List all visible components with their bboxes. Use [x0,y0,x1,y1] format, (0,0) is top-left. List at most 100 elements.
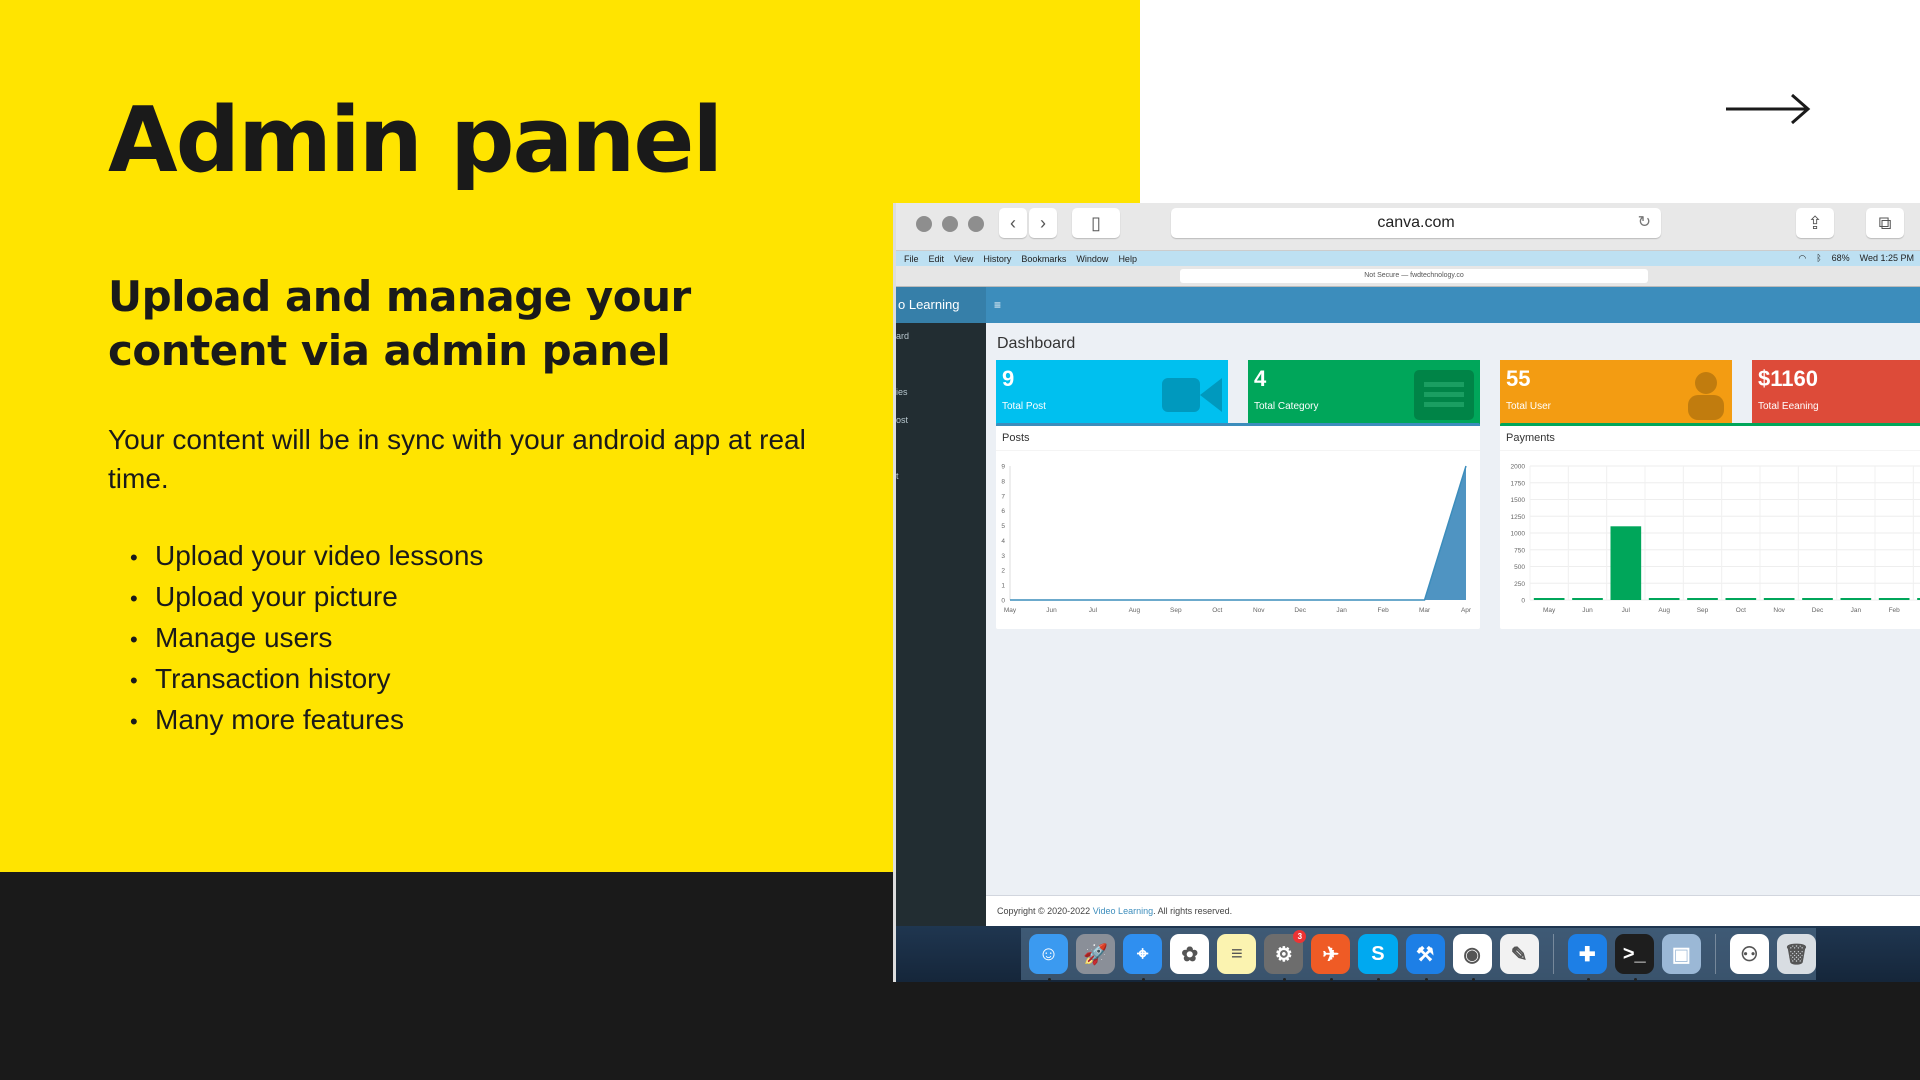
notification-badge: 3 [1293,930,1307,943]
y-tick-label: 3 [1001,553,1005,560]
dock-notes-icon[interactable]: ≡ [1217,934,1257,974]
system-preferences-glyph: ⚙ [1274,943,1293,966]
arrow-right-icon[interactable] [1726,92,1812,126]
xcode-glyph: ⚒ [1416,943,1434,966]
x-tick-label: Nov [1773,607,1785,614]
dock-xcode-icon[interactable]: ⚒ [1405,934,1445,981]
minimize-window-button[interactable] [942,216,958,232]
dock-safari-icon[interactable]: ⌖ [1123,934,1163,981]
running-indicator [1586,978,1590,981]
copyright-suffix: . All rights reserved. [1153,906,1233,916]
x-tick-label: Oct [1736,607,1746,614]
sidebar: ard ies ost t [896,323,986,926]
wifi-icon[interactable]: ◠ [1798,253,1806,264]
y-tick-label: 1 [1001,583,1005,590]
y-tick-label: 8 [1001,478,1005,485]
dock-preview-icon[interactable]: ▣ [1661,934,1701,974]
posts-chart: 0 1 2 3 4 5 6 7 8 9 May Jun Jul Aug Sep Oct Nov Dec Jan Feb… [1001,464,1472,615]
slide-subtitle: Upload and manage your content via admin… [108,272,691,375]
y-tick-label: 7 [1001,493,1005,500]
bar-Aug [1648,598,1680,600]
stat-value: $1160 [1758,366,1818,391]
x-tick-label: Jun [1046,607,1057,614]
x-tick-label: Jun [1582,607,1593,614]
menu-history[interactable]: History [983,254,1011,264]
running-indicator [1048,978,1051,981]
posts-area [1010,466,1466,600]
chevron-right-icon: › [1040,212,1046,233]
x-tick-label: Aug [1658,607,1670,614]
network-diagram-glyph: ⚇ [1740,943,1759,966]
hamburger-menu-icon[interactable]: ≡ [994,287,1001,323]
menu-help[interactable]: Help [1118,254,1137,264]
dock-postman-icon[interactable]: ✈ [1311,934,1351,981]
menu-window[interactable]: Window [1076,254,1108,264]
running-indicator [1471,978,1475,981]
x-tick-label: Apr [1461,607,1472,614]
y-tick-label: 250 [1514,581,1525,588]
stat-value: 55 [1506,366,1531,391]
close-window-button[interactable] [916,216,932,232]
dock-photos-icon[interactable]: ✿ [1170,934,1210,974]
bar-Jan [1840,598,1872,600]
bar-Jun [1572,598,1603,600]
bar-Dec [1802,598,1833,600]
y-tick-label: 1500 [1511,497,1526,504]
menu-file[interactable]: File [904,254,919,264]
menu-bookmarks[interactable]: Bookmarks [1021,254,1066,264]
dock-skype-icon[interactable]: S [1358,934,1398,981]
dock-system-preferences-icon[interactable]: ⚙ 3 [1264,930,1307,981]
share-button[interactable]: ⇪ [1796,208,1834,238]
menu-view[interactable]: View [954,254,973,264]
payments-chart-box: Payments 0 250 500 750 1000 1250 1500 1750 2000 M… [1500,423,1920,629]
dock-chrome-icon[interactable]: ◉ [1452,934,1492,981]
reload-icon[interactable]: ↻ [1638,208,1651,238]
dock-textedit-icon[interactable]: ✎ [1499,934,1539,974]
battery-status[interactable]: 68% [1832,253,1850,264]
feature-item: Manage users [130,618,483,659]
y-tick-label: 5 [1001,523,1005,530]
dock-network-diagram-icon[interactable]: ⚇ [1729,934,1769,974]
main-content: Dashboard 9 Total Post More info ➔4 Tota… [986,323,1920,895]
x-tick-label: Jan [1851,607,1862,614]
dock-terminal-icon[interactable]: >_ [1614,934,1654,981]
app-logo[interactable]: o Learning [896,287,986,323]
feature-item: Upload your picture [130,577,483,618]
address-bar[interactable]: canva.com ↻ [1171,208,1661,238]
back-button[interactable]: ‹ [999,208,1027,238]
x-tick-label: Mar [1419,607,1431,614]
x-tick-label: Jul [1622,607,1631,614]
footer-link[interactable]: Video Learning [1093,906,1153,916]
terminal-glyph: >_ [1622,942,1646,965]
x-tick-label: Sep [1170,607,1182,614]
y-tick-label: 9 [1001,464,1005,471]
browser-window: ‹ › ▯ canva.com ↻ ⇪ ⧉ File Edit View Hist… [893,203,1920,982]
menu-edit[interactable]: Edit [929,254,945,264]
photos-glyph: ✿ [1181,943,1199,966]
tabs-button[interactable]: ⧉ [1866,208,1904,238]
feature-item: Transaction history [130,659,483,700]
sidebar-item-other[interactable]: t [896,471,899,481]
stat-label: Total User [1506,401,1552,412]
clock[interactable]: Wed 1:25 PM [1860,253,1914,264]
page-title: Dashboard [997,335,1076,352]
dock-separator [1552,934,1554,974]
dock-finder-icon[interactable]: ☺ [1029,934,1069,981]
bluetooth-icon[interactable]: ᛒ [1816,253,1821,264]
trash-glyph: 🗑 [1783,943,1810,966]
running-indicator [1633,978,1637,981]
sidebar-item-post[interactable]: ost [896,415,908,425]
sidebar-item-dashboard[interactable]: ard [896,331,909,341]
sidebar-item-categories[interactable]: ies [896,387,908,397]
dock-trash-icon[interactable]: 🗑 [1776,934,1816,974]
bar-May [1533,598,1565,600]
inner-address-bar[interactable]: Not Secure — fwdtechnology.co [1180,269,1648,283]
dock-simulator-icon[interactable]: ✚ [1567,934,1607,981]
sidebar-toggle-button[interactable]: ▯ [1072,208,1120,238]
dock-launchpad-icon[interactable]: 🚀 [1076,934,1116,974]
page-footer: Copyright © 2020-2022 Video Learning. Al… [986,895,1920,926]
zoom-window-button[interactable] [968,216,984,232]
slide-title: Admin panel [108,88,723,193]
forward-button[interactable]: › [1029,208,1057,238]
x-tick-label: Feb [1377,607,1389,614]
